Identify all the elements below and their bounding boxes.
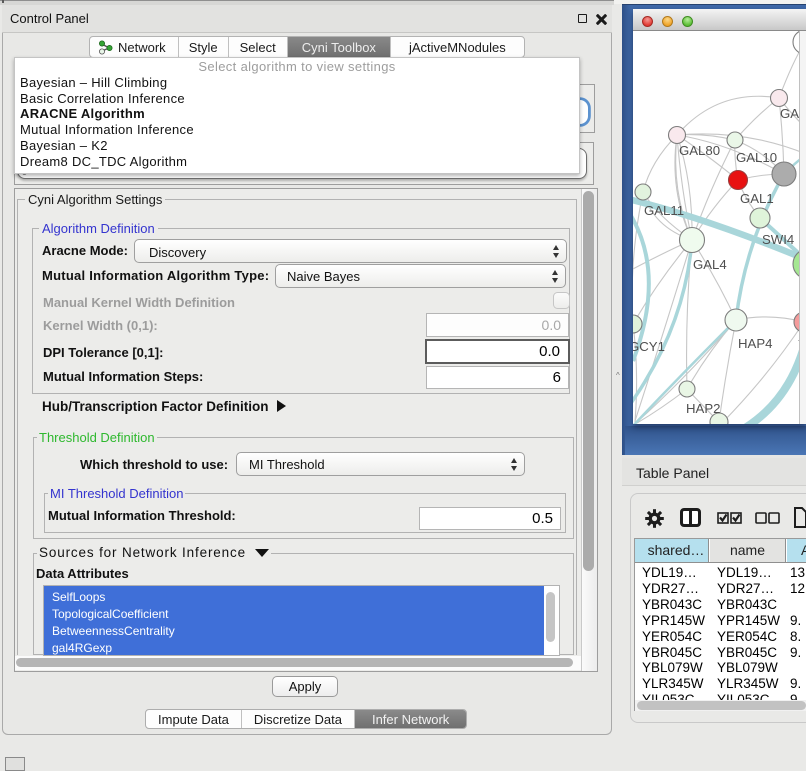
svg-text:HAP4: HAP4 xyxy=(738,336,772,351)
svg-text:GAL4: GAL4 xyxy=(693,257,727,272)
svg-text:GCY1: GCY1 xyxy=(633,339,665,354)
svg-text:GAL80: GAL80 xyxy=(679,143,720,158)
svg-text:GAL10: GAL10 xyxy=(736,150,777,165)
svg-text:GAL1: GAL1 xyxy=(740,191,774,206)
svg-text:HAP2: HAP2 xyxy=(686,401,720,416)
svg-text:SWI4: SWI4 xyxy=(762,232,794,247)
svg-text:GAL11: GAL11 xyxy=(644,203,684,218)
